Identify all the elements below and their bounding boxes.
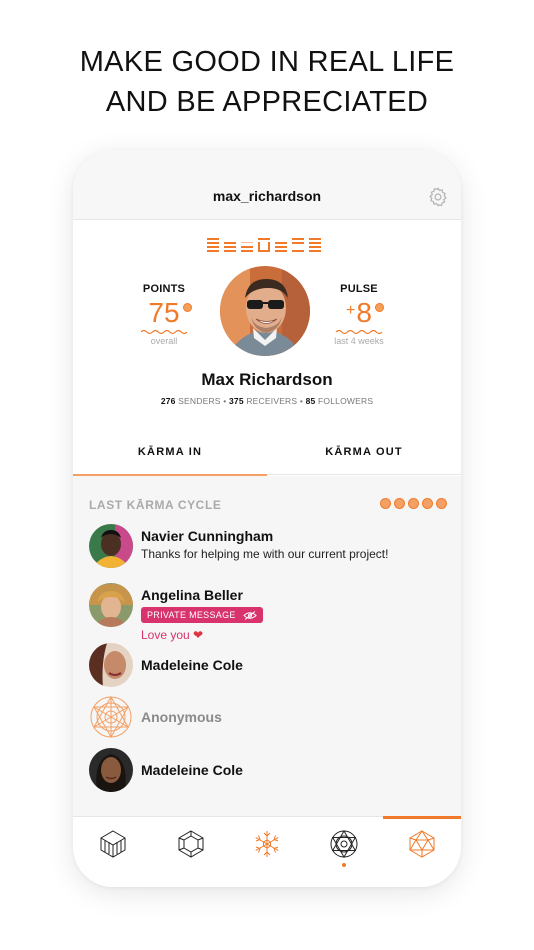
profile-avatar[interactable]	[220, 266, 310, 356]
pulse-sub: last 4 weeks	[334, 336, 384, 346]
pulse-stat: PULSE +8 last 4 weeks	[314, 283, 404, 346]
points-value: 75	[148, 297, 192, 329]
karma-coin-icon	[422, 498, 433, 509]
hexagon-icon[interactable]	[176, 829, 206, 859]
list-item[interactable]: Angelina Beller PRIVATE MESSAGE Love you…	[89, 583, 449, 645]
points-stat: POINTS 75 overall	[119, 283, 209, 346]
karma-tabs: KĀRMA IN KĀRMA OUT	[73, 435, 461, 476]
cube-icon[interactable]	[98, 829, 128, 859]
tab-karma-out[interactable]: KĀRMA OUT	[267, 435, 461, 475]
receivers-count: 375	[228, 396, 244, 406]
points-label: POINTS	[142, 283, 186, 295]
avatar	[89, 524, 133, 568]
wave-icon	[335, 329, 383, 335]
sender-name: Navier Cunningham	[141, 528, 274, 544]
snowflake-icon[interactable]	[252, 829, 282, 859]
private-message-badge: PRIVATE MESSAGE	[141, 607, 263, 623]
pulse-value: +8	[346, 297, 384, 329]
cycle-dots	[380, 498, 447, 509]
senders-count: 276	[160, 396, 176, 406]
avatar	[89, 643, 133, 687]
sender-name: Angelina Beller	[141, 587, 243, 603]
gear-icon[interactable]	[427, 186, 449, 208]
active-tab-indicator	[383, 816, 461, 819]
username: max_richardson	[212, 188, 322, 204]
karma-coin-icon	[394, 498, 405, 509]
list-item[interactable]: Anonymous	[89, 695, 449, 741]
wave-icon	[141, 329, 187, 335]
karma-coin-icon	[182, 303, 192, 312]
avatar	[89, 748, 133, 792]
headline-line-2: AND BE APPRECIATED	[105, 86, 429, 118]
profile-full-name: Max Richardson	[201, 370, 333, 389]
bottom-nav	[73, 816, 461, 887]
profile-photo	[220, 266, 310, 356]
karma-feed: LAST KĀRMA CYCLE Navier Cunningham Thank…	[73, 476, 461, 816]
senders-label: SENDERS	[178, 396, 221, 406]
message-text: Thanks for helping me with our current p…	[141, 547, 389, 561]
tab-karma-in[interactable]: KĀRMA IN	[73, 435, 267, 476]
headline: MAKE GOOD IN REAL LIFE AND BE APPRECIATE…	[0, 42, 534, 122]
list-item[interactable]: Navier Cunningham Thanks for helping me …	[89, 524, 449, 570]
pulse-label: PULSE	[340, 283, 378, 295]
sender-name: Madeleine Cole	[141, 762, 243, 778]
message-text: Love you ❤	[141, 628, 204, 642]
anonymous-mandala-icon	[89, 695, 133, 739]
karma-level-stripes-icon	[207, 238, 321, 252]
list-item[interactable]: Madeleine Cole	[89, 643, 449, 689]
section-title: LAST KĀRMA CYCLE	[89, 498, 222, 512]
heart-icon: ❤	[193, 628, 204, 642]
karma-coin-icon	[436, 498, 447, 509]
receivers-label: RECEIVERS	[246, 396, 298, 406]
top-bar: max_richardson	[73, 150, 461, 220]
mandala-icon[interactable]	[329, 829, 359, 859]
phone-frame: max_richardson POINTS 75 overall PULSE +…	[73, 150, 461, 887]
karma-coin-icon	[408, 498, 419, 509]
notification-dot	[342, 863, 346, 867]
followers-label: FOLLOWERS	[318, 396, 374, 406]
headline-line-1: MAKE GOOD IN REAL LIFE	[79, 46, 455, 78]
points-sub: overall	[150, 336, 178, 346]
sender-name: Anonymous	[141, 709, 222, 725]
sender-name: Madeleine Cole	[141, 657, 243, 673]
karma-coin-icon	[374, 303, 384, 312]
karma-coin-icon	[380, 498, 391, 509]
list-item[interactable]: Madeleine Cole	[89, 748, 449, 794]
icosahedron-icon[interactable]	[407, 829, 437, 859]
profile-counts: 276 SENDERS • 375 RECEIVERS • 85 FOLLOWE…	[160, 396, 374, 406]
eye-off-icon	[242, 611, 257, 621]
followers-count: 85	[305, 396, 316, 406]
avatar	[89, 583, 133, 627]
